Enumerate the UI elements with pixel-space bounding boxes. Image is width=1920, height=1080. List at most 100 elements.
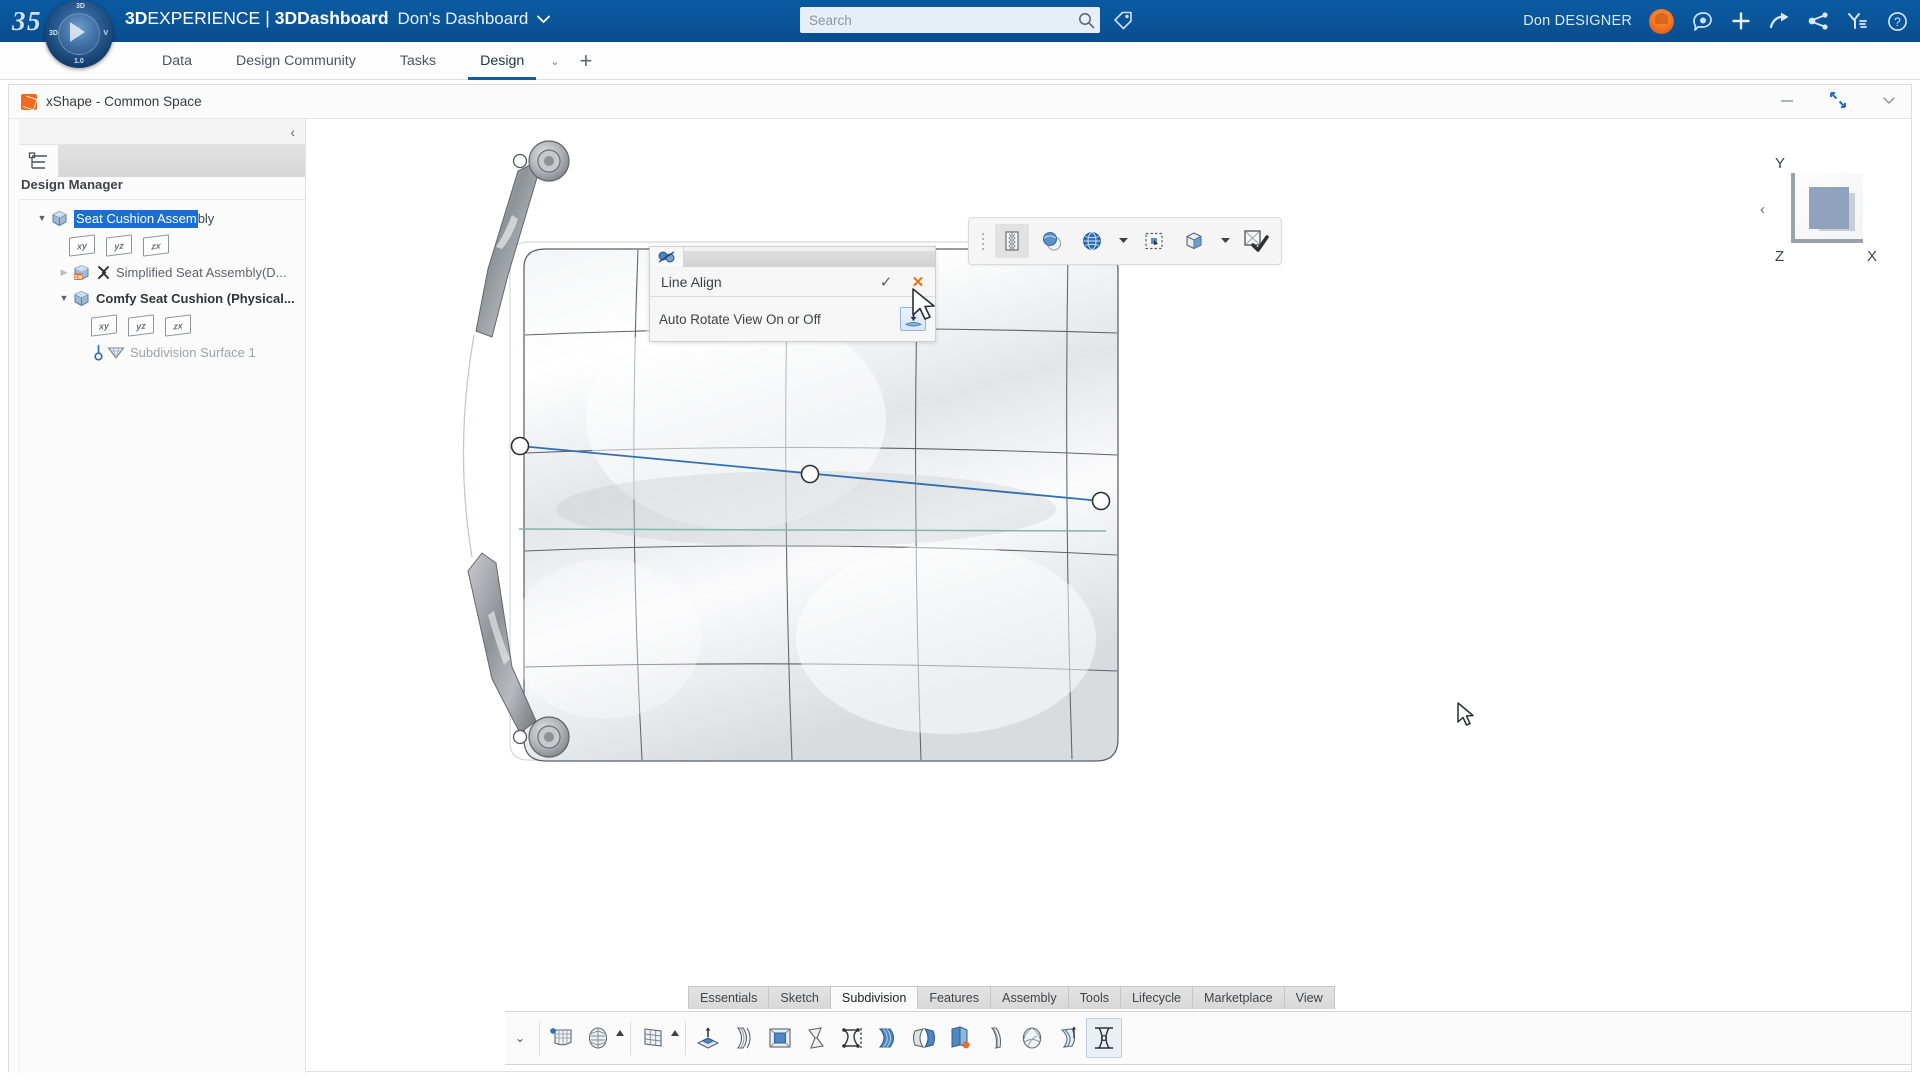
bottom-tab-lifecycle[interactable]: Lifecycle — [1120, 986, 1193, 1009]
dialog-cancel-button[interactable]: ✕ — [901, 273, 935, 291]
tab-design[interactable]: Design — [458, 42, 546, 80]
share-arrow-icon[interactable] — [1769, 10, 1791, 32]
bottom-tab-assembly[interactable]: Assembly — [990, 986, 1068, 1009]
expand-arrow-right-icon[interactable]: ▶ — [55, 267, 73, 278]
left-panel-tab-row — [19, 145, 305, 177]
plane-zx-icon[interactable]: zx — [143, 233, 169, 257]
collapse-panel-chevron-left-icon[interactable]: ‹ — [290, 124, 305, 140]
share-network-icon[interactable] — [1808, 10, 1830, 32]
tab-tasks[interactable]: Tasks — [378, 42, 458, 80]
bottom-tab-tools[interactable]: Tools — [1067, 986, 1121, 1009]
frame-tool[interactable] — [762, 1018, 798, 1058]
3d-viewport[interactable]: ‹ Y Z X Line Align ✓ ✕ Auto Rotate View … — [306, 119, 1911, 1071]
auto-rotate-view-label: Auto Rotate View On or Off — [659, 311, 821, 327]
plane-yz-icon[interactable]: yz — [106, 233, 132, 257]
symmetry-book-tool[interactable] — [942, 1018, 978, 1058]
plane-xy-icon[interactable]: xy — [91, 313, 117, 337]
handle-left[interactable] — [510, 436, 530, 456]
add-tab-button[interactable]: + — [563, 48, 608, 74]
smooth-ball-tool[interactable] — [1014, 1018, 1050, 1058]
mirror-tool[interactable] — [906, 1018, 942, 1058]
fold-tool[interactable] — [798, 1018, 834, 1058]
auto-rotate-view-toggle[interactable] — [900, 307, 926, 331]
bottom-tab-strip: Essentials Sketch Subdivision Features A… — [688, 986, 1335, 1009]
subdivide-grid-chevron-icon[interactable] — [671, 1030, 681, 1038]
dialog-confirm-button[interactable]: ✓ — [871, 273, 901, 291]
chevron-down-icon[interactable] — [537, 13, 551, 27]
bend-tool[interactable] — [726, 1018, 762, 1058]
tree-row-seat-cushion-assembly[interactable]: ▼ Seat Cushion Assembly — [19, 205, 305, 231]
toolbar-separator — [630, 1021, 631, 1055]
subdivide-grid-tool[interactable] — [635, 1018, 671, 1058]
avatar[interactable] — [1649, 8, 1674, 34]
bottom-tab-marketplace[interactable]: Marketplace — [1192, 986, 1284, 1009]
line-align-dialog[interactable]: Line Align ✓ ✕ Auto Rotate View On or Of… — [649, 246, 936, 342]
left-panel-tab-fill — [59, 145, 305, 177]
tree-row-simplified-seat-assembly[interactable]: ▶ SW Simplified Seat Assembly(D... — [19, 259, 305, 285]
triad-view-box[interactable] — [1791, 173, 1863, 243]
bottom-tab-sketch[interactable]: Sketch — [768, 986, 830, 1009]
primitive-shape-tool[interactable] — [580, 1018, 616, 1058]
bottom-tab-features[interactable]: Features — [917, 986, 991, 1009]
bottom-tab-view[interactable]: View — [1283, 986, 1335, 1009]
assembly-cube-icon — [73, 290, 90, 307]
collapse-triad-chevron-left-icon[interactable]: ‹ — [1760, 201, 1765, 218]
dashboard-name[interactable]: Don's Dashboard — [398, 9, 529, 29]
selection-box-icon[interactable] — [1137, 224, 1171, 258]
orientation-triad[interactable]: Y Z X — [1773, 155, 1877, 265]
plane-yz-icon[interactable]: yz — [128, 313, 154, 337]
search-bar[interactable] — [800, 7, 1100, 33]
3dswym-icon[interactable] — [1691, 10, 1713, 32]
crease-edge-tool[interactable] — [978, 1018, 1014, 1058]
help-icon[interactable]: ? — [1886, 10, 1908, 32]
slice-plane-tool[interactable] — [1050, 1018, 1086, 1058]
left-panel-header: ‹ — [19, 119, 305, 145]
user-name-label[interactable]: Don DESIGNER — [1523, 13, 1632, 29]
tree-structure-icon[interactable] — [19, 145, 59, 177]
collaborate-icon[interactable] — [1847, 10, 1869, 32]
tree-label-subdivision-surface: Subdivision Surface 1 — [130, 344, 256, 360]
tab-data[interactable]: Data — [140, 42, 214, 80]
search-icon[interactable] — [1072, 12, 1100, 29]
expand-arrow-down-icon[interactable]: ▼ — [33, 213, 51, 223]
tab-design-community[interactable]: Design Community — [214, 42, 378, 80]
bottom-tab-essentials[interactable]: Essentials — [688, 986, 769, 1009]
dialog-body: Auto Rotate View On or Off — [650, 297, 935, 341]
handle-center[interactable] — [800, 464, 820, 484]
line-align-tool[interactable] — [1086, 1018, 1122, 1058]
align-nodes-tool[interactable] — [834, 1018, 870, 1058]
plane-xy-icon[interactable]: xy — [69, 233, 95, 257]
globe-blue-icon[interactable] — [1075, 224, 1109, 258]
extrude-face-tool[interactable] — [690, 1018, 726, 1058]
add-icon[interactable] — [1730, 10, 1752, 32]
hide-show-sphere-icon[interactable] — [1035, 224, 1069, 258]
sweep-tool[interactable] — [870, 1018, 906, 1058]
collapse-arrow-down-icon[interactable]: ▼ — [55, 293, 73, 303]
check-box-icon[interactable] — [1239, 224, 1273, 258]
minimize-button[interactable] — [1779, 93, 1795, 111]
cross-section-tool[interactable] — [995, 224, 1029, 258]
plane-zx-icon[interactable]: zx — [165, 313, 191, 337]
bottom-tab-subdivision[interactable]: Subdivision — [829, 986, 918, 1009]
expand-action-bar-chevron-down-icon[interactable]: ⌄ — [505, 1031, 535, 1045]
search-input[interactable] — [800, 8, 1072, 32]
primitive-shape-chevron-icon[interactable] — [616, 1030, 626, 1038]
xshape-icon — [21, 93, 37, 110]
tree-label-simplified-seat-assembly: Simplified Seat Assembly(D... — [116, 264, 287, 280]
primitive-grid-tool[interactable] — [544, 1018, 580, 1058]
collapse-button[interactable] — [1881, 93, 1897, 111]
drag-grip-icon[interactable] — [977, 232, 989, 250]
tag-icon[interactable] — [1112, 9, 1134, 36]
handle-right[interactable] — [1091, 491, 1111, 511]
view-mode-chevron-down-icon[interactable] — [1217, 236, 1233, 246]
restore-button[interactable] — [1829, 91, 1847, 114]
tab-overflow-chevron-down-icon[interactable]: ⌄ — [546, 55, 563, 68]
tree-row-comfy-seat-cushion[interactable]: ▼ Comfy Seat Cushion (Physical... — [19, 285, 305, 311]
subdivision-action-bar: ⌄ — [505, 1011, 1911, 1065]
cube-blue-icon[interactable] — [1177, 224, 1211, 258]
tree-row-subdivision-surface[interactable]: Subdivision Surface 1 — [19, 339, 305, 365]
dialog-tab-fill — [684, 251, 935, 267]
3dexperience-compass[interactable]: 3D 1.0 3D V — [45, 0, 113, 68]
line-align-icon[interactable] — [650, 247, 684, 267]
display-style-chevron-down-icon[interactable] — [1115, 236, 1131, 246]
